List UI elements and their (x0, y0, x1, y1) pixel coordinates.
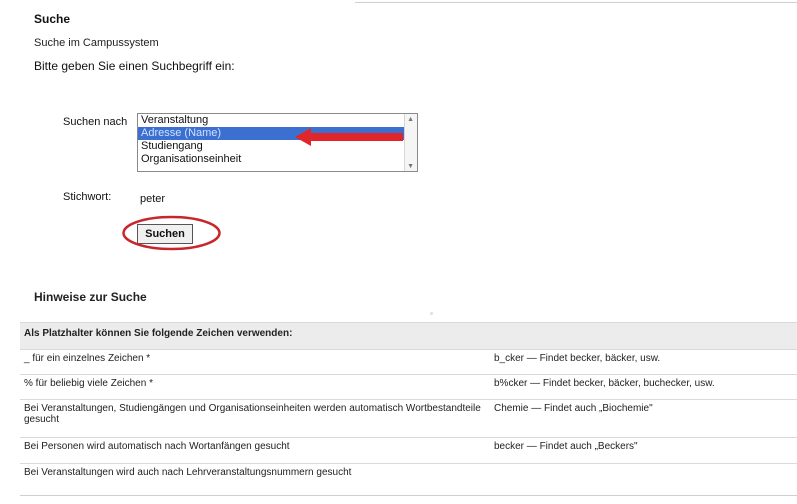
hint-rule: Bei Veranstaltungen, Studiengängen und O… (20, 399, 490, 438)
hint-example: b_cker — Findet becker, bäcker, usw. (490, 349, 797, 375)
search-prompt: Bitte geben Sie einen Suchbegriff ein: (34, 59, 235, 73)
hint-example: becker — Findet auch „Beckers" (490, 437, 797, 464)
table-row: _ für ein einzelnes Zeichen * b_cker — F… (20, 349, 797, 375)
option-veranstaltung[interactable]: Veranstaltung (138, 114, 417, 127)
red-circle-annotation-icon (122, 215, 221, 251)
hint-rule: Bei Veranstaltungen wird auch nach Lehrv… (20, 463, 490, 488)
hint-rule: Bei Personen wird automatisch nach Worta… (20, 437, 490, 464)
top-divider (355, 2, 797, 3)
bottom-divider (20, 495, 797, 496)
hints-heading: Hinweise zur Suche (34, 290, 147, 304)
stray-dot (430, 312, 433, 315)
hints-table-header: Als Platzhalter können Sie folgende Zeic… (20, 322, 797, 350)
red-arrow-annotation-icon (295, 128, 403, 146)
hint-rule: _ für ein einzelnes Zeichen * (20, 349, 490, 375)
hints-table-header-row: Als Platzhalter können Sie folgende Zeic… (20, 322, 797, 350)
hint-example (490, 463, 797, 488)
table-row: Bei Veranstaltungen wird auch nach Lehrv… (20, 463, 797, 488)
table-row: Bei Personen wird automatisch nach Worta… (20, 437, 797, 464)
keyword-input[interactable] (137, 188, 303, 209)
hint-example: b%cker — Findet becker, bäcker, buchecke… (490, 374, 797, 400)
search-by-label: Suchen nach (63, 116, 128, 128)
option-organisationseinheit[interactable]: Organisationseinheit (138, 153, 417, 166)
hint-example: Chemie — Findet auch „Biochemie" (490, 399, 797, 438)
hints-table: Als Platzhalter können Sie folgende Zeic… (20, 322, 797, 488)
table-row: % für beliebig viele Zeichen * b%cker — … (20, 374, 797, 400)
scroll-up-icon[interactable]: ▲ (407, 116, 414, 123)
scroll-down-icon[interactable]: ▼ (407, 163, 414, 170)
page-title: Suche (34, 12, 71, 26)
table-row: Bei Veranstaltungen, Studiengängen und O… (20, 399, 797, 438)
hint-rule: % für beliebig viele Zeichen * (20, 374, 490, 400)
page-subtitle: Suche im Campussystem (34, 37, 159, 49)
keyword-label: Stichwort: (63, 191, 112, 203)
